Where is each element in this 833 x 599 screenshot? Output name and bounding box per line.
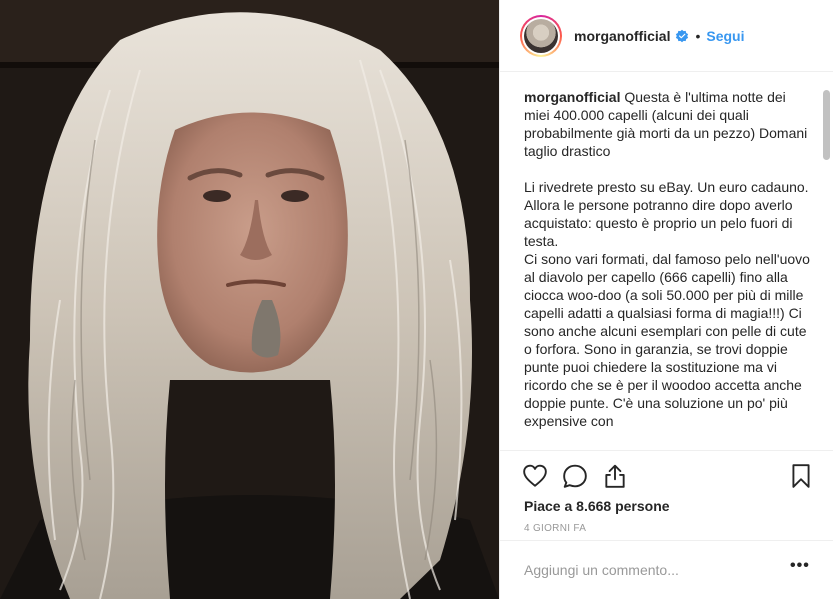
avatar[interactable]: [520, 14, 562, 57]
header-separator: •: [695, 27, 701, 44]
avatar-image: [524, 18, 558, 53]
caption-paragraph-2: Li rivedrete presto su eBay. Un euro cad…: [524, 179, 809, 249]
bookmark-icon[interactable]: [788, 463, 814, 489]
post-side-panel: morganofficial • Segui morganofficial Qu…: [499, 0, 833, 599]
share-icon[interactable]: [602, 463, 628, 489]
heart-icon[interactable]: [522, 463, 548, 489]
verified-badge-icon: [676, 29, 689, 42]
post-header: morganofficial • Segui: [500, 0, 833, 72]
caption-paragraph-3: Ci sono vari formati, dal famoso pelo ne…: [524, 251, 810, 429]
caption-scrollbar-thumb[interactable]: [823, 90, 830, 160]
more-options-icon[interactable]: •••: [790, 557, 810, 575]
comment-bar: •••: [500, 540, 833, 599]
post-photo[interactable]: [0, 0, 499, 599]
comment-input[interactable]: [524, 558, 774, 582]
post-timestamp[interactable]: 4 GIORNI FA: [524, 523, 586, 534]
avatar-border: [522, 16, 560, 55]
likes-count[interactable]: Piace a 8.668 persone: [524, 498, 670, 514]
caption-scrollbar[interactable]: [823, 80, 830, 450]
header-username-link[interactable]: morganofficial: [574, 28, 670, 44]
selfie-illustration: [0, 12, 499, 599]
comment-bubble-icon[interactable]: [562, 463, 588, 489]
follow-button[interactable]: Segui: [706, 28, 744, 44]
post-caption: morganofficial Questa è l'ultima notte d…: [524, 88, 814, 450]
caption-paragraph-1: morganofficial Questa è l'ultima notte d…: [524, 88, 814, 160]
caption-username-link[interactable]: morganofficial: [524, 89, 620, 105]
